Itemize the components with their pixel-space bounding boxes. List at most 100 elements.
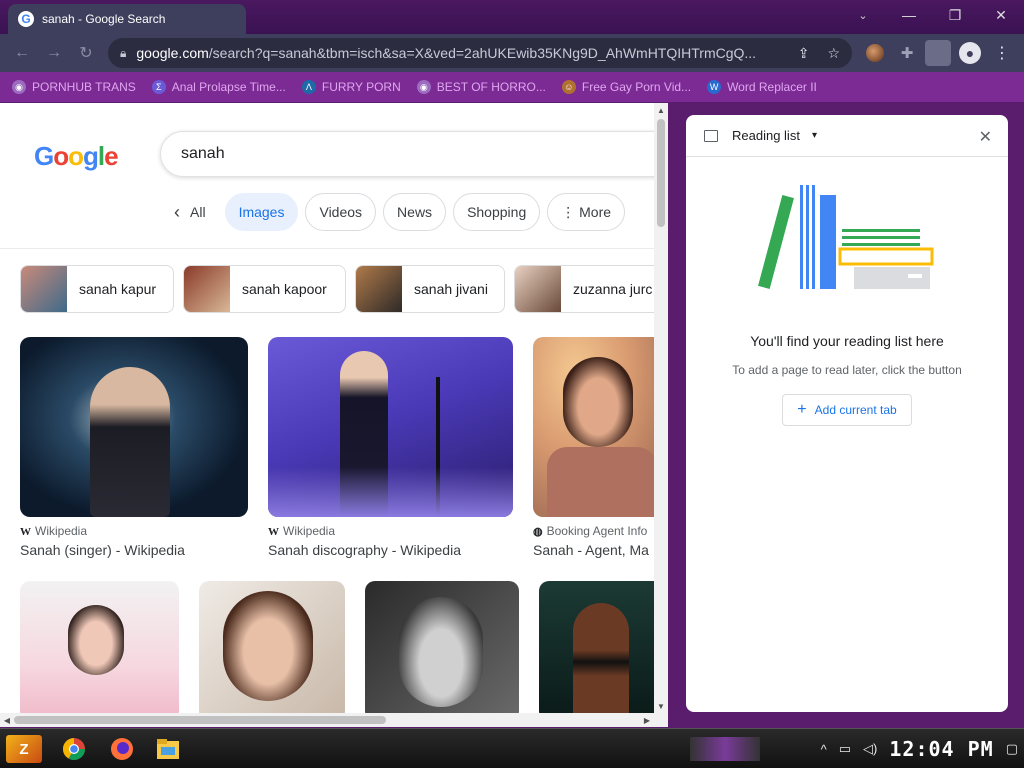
- header-divider: [0, 248, 654, 249]
- google-doodle-logo[interactable]: Google: [34, 141, 119, 172]
- wikipedia-icon: W: [268, 526, 279, 538]
- file-explorer-app-icon[interactable]: [152, 735, 184, 763]
- extensions-puzzle-icon[interactable]: ✚: [896, 39, 918, 67]
- start-button[interactable]: Z: [6, 735, 42, 763]
- close-panel-icon[interactable]: ✕: [979, 127, 992, 147]
- result-image[interactable]: [20, 581, 179, 713]
- related-thumbnail: [184, 266, 230, 312]
- add-current-tab-button[interactable]: + Add current tab: [782, 394, 912, 426]
- minimize-button[interactable]: —: [886, 0, 932, 30]
- image-result[interactable]: W Wikipedia Sanah (singer) - Wikipedia: [20, 337, 248, 558]
- firefox-app-icon[interactable]: [106, 735, 138, 763]
- scroll-up-arrow-icon[interactable]: ▲: [654, 103, 668, 117]
- page-horizontal-scrollbar[interactable]: ◀ ▶: [0, 713, 668, 727]
- network-icon[interactable]: ▭: [839, 741, 851, 757]
- tab-more[interactable]: ⋮ More: [547, 193, 626, 231]
- result-title[interactable]: Sanah discography - Wikipedia: [268, 542, 513, 558]
- share-icon[interactable]: ⇪: [798, 45, 810, 62]
- related-chip[interactable]: sanah kapoor: [183, 265, 346, 313]
- tab-news[interactable]: News: [383, 193, 447, 231]
- bookmark-item[interactable]: ☺ Free Gay Porn Vid...: [561, 80, 692, 94]
- result-source-label: Booking Agent Info: [546, 524, 648, 538]
- volume-icon[interactable]: ◁): [863, 741, 877, 757]
- bookmark-favicon-icon: Σ: [151, 80, 166, 94]
- url-host: google.com: [136, 45, 209, 61]
- related-thumbnail: [21, 266, 67, 312]
- wikipedia-icon: W: [20, 526, 31, 538]
- forward-button[interactable]: →: [40, 39, 68, 67]
- result-image[interactable]: [539, 581, 654, 713]
- tray-overflow-icon[interactable]: ^: [821, 742, 827, 757]
- related-chip[interactable]: sanah jivani: [355, 265, 505, 313]
- browser-menu-button[interactable]: ⋮: [990, 39, 1014, 67]
- notifications-icon[interactable]: ▢: [1006, 741, 1018, 757]
- bookmark-item[interactable]: ◉ PORNHUB TRANS: [12, 80, 136, 94]
- chrome-app-icon[interactable]: [58, 735, 90, 763]
- result-image[interactable]: [199, 581, 345, 713]
- tab-all[interactable]: ‹ All: [156, 193, 218, 231]
- bookmark-favicon-icon: ☺: [561, 80, 576, 94]
- bookmark-favicon-icon: W: [707, 80, 722, 94]
- taskbar-decoration: [690, 737, 760, 761]
- bookmark-favicon-icon: ◉: [12, 80, 26, 94]
- tab-search-button[interactable]: ⌄: [852, 4, 874, 26]
- search-input[interactable]: sanah: [160, 131, 654, 177]
- bookmark-label: Free Gay Porn Vid...: [581, 80, 692, 94]
- result-image[interactable]: [533, 337, 654, 517]
- bookmark-favicon-icon: ◉: [416, 80, 431, 94]
- image-result[interactable]: W Wikipedia Sanah discography - Wikipedia: [268, 337, 513, 558]
- result-image[interactable]: [365, 581, 519, 713]
- panel-title[interactable]: Reading list: [732, 128, 800, 143]
- scrollbar-thumb[interactable]: [657, 119, 665, 227]
- scroll-down-arrow-icon[interactable]: ▼: [654, 699, 668, 713]
- empty-state-subtitle: To add a page to read later, click the b…: [732, 363, 962, 377]
- reload-button[interactable]: ↻: [72, 39, 100, 67]
- restore-button[interactable]: ❐: [932, 0, 978, 30]
- address-bar[interactable]: 🔒︎ google.com /search?q=sanah&tbm=isch&s…: [108, 38, 852, 68]
- image-result[interactable]: [199, 581, 345, 713]
- bookmark-label: Anal Prolapse Time...: [171, 80, 286, 94]
- related-thumbnail: [515, 266, 561, 312]
- tab-videos[interactable]: Videos: [305, 193, 377, 231]
- related-chip[interactable]: zuzanna jurc: [514, 265, 654, 313]
- reading-list-header: Reading list ▾ ✕: [686, 115, 1008, 157]
- add-current-tab-label: Add current tab: [814, 403, 897, 417]
- result-image[interactable]: [20, 337, 248, 517]
- search-tabs: ‹ All Images Videos News Shopping ⋮ More: [156, 192, 626, 232]
- browser-tab[interactable]: G sanah - Google Search: [8, 4, 246, 34]
- bookmark-favicon-icon: Λ: [301, 80, 316, 94]
- clock[interactable]: 12:04 PM: [889, 737, 993, 761]
- image-result[interactable]: [365, 581, 519, 713]
- profile-button[interactable]: ●: [958, 39, 982, 67]
- empty-state-title: You'll find your reading list here: [750, 333, 944, 349]
- page-vertical-scrollbar[interactable]: ▲ ▼: [654, 103, 668, 713]
- image-result[interactable]: [20, 581, 179, 713]
- image-result[interactable]: [539, 581, 654, 713]
- scroll-left-arrow-icon[interactable]: ◀: [0, 713, 14, 727]
- image-result[interactable]: ◍ Booking Agent Info Sanah - Agent, Ma: [533, 337, 654, 558]
- caret-down-icon[interactable]: ▾: [812, 130, 817, 141]
- result-title[interactable]: Sanah (singer) - Wikipedia: [20, 542, 248, 558]
- bookmark-item[interactable]: ◉ BEST OF HORRO...: [416, 80, 546, 94]
- bookmark-star-icon[interactable]: ☆: [827, 45, 840, 62]
- back-button[interactable]: ←: [8, 39, 36, 67]
- related-chip[interactable]: sanah kapur: [20, 265, 174, 313]
- result-image[interactable]: [268, 337, 513, 517]
- related-thumbnail: [356, 266, 402, 312]
- related-label: sanah jivani: [414, 281, 488, 297]
- scroll-right-arrow-icon[interactable]: ▶: [640, 713, 654, 727]
- google-favicon-icon: G: [18, 11, 34, 27]
- tab-shopping[interactable]: Shopping: [453, 193, 541, 231]
- bookmark-item[interactable]: Λ FURRY PORN: [301, 80, 401, 94]
- side-panel-button[interactable]: [924, 39, 952, 67]
- extension-avatar-icon[interactable]: [864, 39, 886, 67]
- bookmark-item[interactable]: Σ Anal Prolapse Time...: [151, 80, 286, 94]
- result-source: W Wikipedia: [268, 524, 513, 538]
- close-window-button[interactable]: ✕: [978, 0, 1024, 30]
- omnibox-actions: ⇪ ☆: [798, 38, 840, 68]
- bookmark-item[interactable]: W Word Replacer II: [707, 80, 817, 94]
- tab-images[interactable]: Images: [224, 193, 299, 231]
- result-title[interactable]: Sanah - Agent, Ma: [533, 542, 654, 558]
- google-images-page: Google sanah ‹ All Images Videos News Sh…: [0, 103, 654, 713]
- scrollbar-thumb[interactable]: [14, 716, 386, 724]
